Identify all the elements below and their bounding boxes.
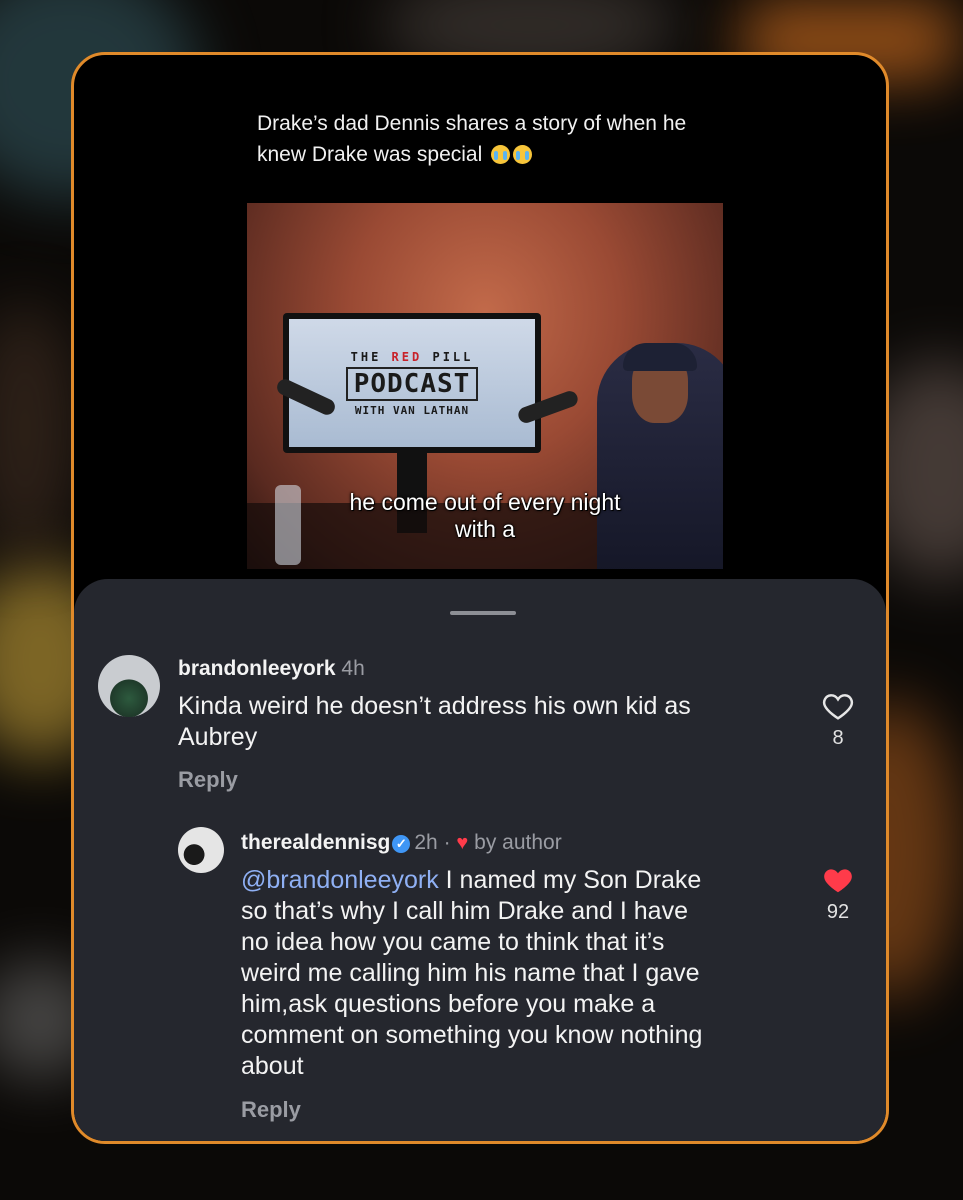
verified-badge-icon: ✓	[392, 835, 411, 853]
by-author-label: by author	[474, 831, 562, 854]
comment-like-button[interactable]: 8	[818, 691, 858, 750]
comment-time: 4h	[341, 657, 365, 680]
sheet-drag-handle[interactable]	[450, 611, 516, 615]
podcast-tv-screen: THE RED PILL PODCAST WITH VAN LATHAN	[283, 313, 541, 453]
heart-filled-icon	[824, 869, 852, 893]
like-count: 8	[832, 727, 844, 749]
video-player[interactable]: THE RED PILL PODCAST WITH VAN LATHAN he …	[247, 203, 723, 569]
comments-sheet: brandonleeyork 4h Kinda weird he doesn’t…	[74, 579, 886, 1141]
reply-like-button[interactable]: 92	[818, 865, 858, 924]
avatar[interactable]	[178, 827, 224, 873]
reply-text: @brandonleeyork I named my Son Drake so …	[241, 866, 703, 1080]
reply-button[interactable]: Reply	[178, 767, 238, 793]
post-card: Drake’s dad Dennis shares a story of whe…	[71, 52, 889, 1144]
mention-link[interactable]: @brandonleeyork	[241, 866, 439, 894]
author-heart-icon: ♥	[456, 832, 469, 854]
avatar[interactable]	[98, 655, 160, 717]
crying-emoji-icon	[513, 145, 533, 164]
crying-emoji-icon	[491, 145, 511, 164]
like-count: 92	[826, 901, 850, 923]
reply-button[interactable]: Reply	[241, 1097, 301, 1123]
post-caption: Drake’s dad Dennis shares a story of whe…	[257, 112, 687, 166]
heart-outline-icon	[822, 694, 854, 720]
reply-username[interactable]: therealdennisg	[241, 831, 390, 854]
reply-username-row: therealdennisg ✓ 2h · ♥ by author	[241, 831, 562, 854]
video-subtitle: he come out of every night with a	[349, 489, 621, 542]
comment-username[interactable]: brandonleeyork 4h	[178, 657, 365, 681]
comment-text: Kinda weird he doesn’t address his own k…	[178, 692, 691, 751]
